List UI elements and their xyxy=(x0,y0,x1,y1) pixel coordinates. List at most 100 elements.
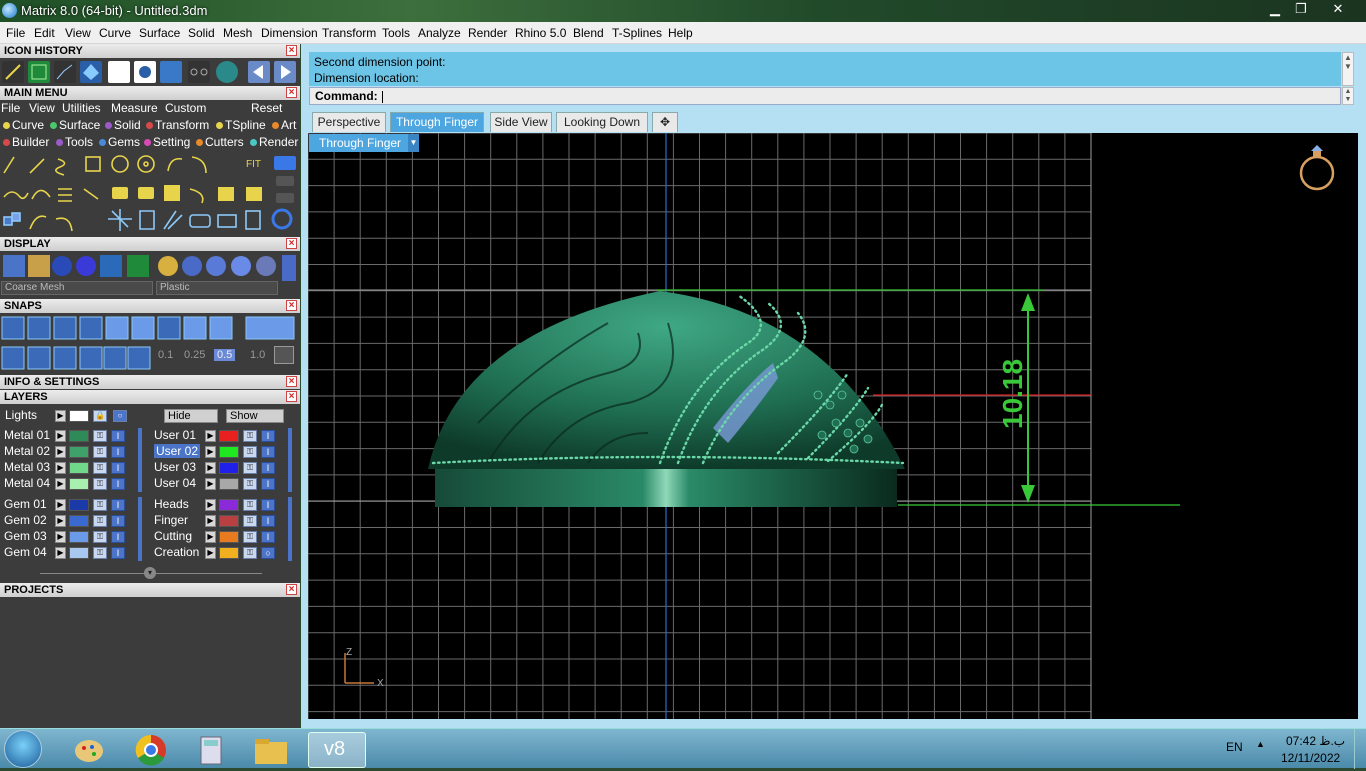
visibility-icon[interactable]: I xyxy=(111,446,125,458)
cat-cutters[interactable]: Cutters xyxy=(196,135,244,149)
snaps-header[interactable]: SNAPS × xyxy=(0,299,300,313)
ring-model[interactable] xyxy=(428,291,905,507)
lock-icon[interactable]: ⚿ xyxy=(243,462,257,474)
viewport-canvas[interactable]: 10.18 Z X xyxy=(308,133,1358,719)
layer-color-swatch[interactable] xyxy=(219,515,239,527)
layer-color-swatch[interactable] xyxy=(69,515,89,527)
play-icon[interactable]: ▶ xyxy=(55,410,66,422)
layer-color-swatch[interactable] xyxy=(69,462,89,474)
projects-header[interactable]: PROJECTS × xyxy=(0,583,300,597)
history-forward-icon[interactable] xyxy=(274,61,296,83)
lock-icon[interactable]: ⚿ xyxy=(243,499,257,511)
clock-time[interactable]: 07:42 ب.ظ xyxy=(1286,734,1345,748)
cat-tools[interactable]: Tools xyxy=(56,135,93,149)
layer-color-swatch[interactable] xyxy=(219,462,239,474)
close-icon[interactable]: × xyxy=(286,300,297,311)
tab-side-view[interactable]: Side View xyxy=(490,112,552,132)
layer-name[interactable]: User 01 xyxy=(154,428,196,442)
lock-icon[interactable]: ⚿ xyxy=(243,430,257,442)
close-button[interactable]: ✕ xyxy=(1314,0,1362,18)
layer-color-swatch[interactable] xyxy=(219,531,239,543)
menu-view[interactable]: View xyxy=(65,26,91,40)
snap-grid-icon[interactable] xyxy=(274,346,294,364)
layer-color-swatch[interactable] xyxy=(69,478,89,490)
play-icon[interactable]: ▶ xyxy=(55,446,66,458)
layer-name[interactable]: Metal 01 xyxy=(4,428,50,442)
layer-name[interactable]: Finger xyxy=(154,513,188,527)
viewport-name-dropdown[interactable]: Through Finger ▼ xyxy=(309,134,419,152)
play-icon[interactable]: ▶ xyxy=(205,446,216,458)
matrix-taskbar-button[interactable]: v8 xyxy=(308,732,366,768)
lock-icon[interactable]: ⚿ xyxy=(243,547,257,559)
material-dropdown[interactable]: Plastic xyxy=(156,281,278,295)
close-icon[interactable]: × xyxy=(286,45,297,56)
visibility-icon[interactable]: I xyxy=(261,478,275,490)
layer-row[interactable]: Metal 03 ▶ ⚿ I xyxy=(0,460,150,476)
menu-edit[interactable]: Edit xyxy=(34,26,55,40)
command-line[interactable]: Command: xyxy=(309,87,1341,105)
layer-name[interactable]: Gem 04 xyxy=(4,545,47,559)
viewport[interactable]: 10.18 Z X xyxy=(308,133,1358,719)
curve-points-icon[interactable] xyxy=(54,61,76,83)
gem-setting-icon[interactable] xyxy=(80,61,102,83)
expand-chevron-icon[interactable]: ▾ xyxy=(144,567,156,579)
lock-icon[interactable]: ⚿ xyxy=(93,531,107,543)
cat-render[interactable]: Render xyxy=(250,135,298,149)
layer-color-swatch[interactable] xyxy=(219,547,239,559)
layer-name[interactable]: Creation xyxy=(154,545,199,559)
play-icon[interactable]: ▶ xyxy=(55,478,66,490)
cat-surface[interactable]: Surface xyxy=(50,118,100,132)
mm-view[interactable]: View xyxy=(29,101,55,115)
visibility-icon[interactable]: I xyxy=(261,499,275,511)
ring-gizmo-icon[interactable] xyxy=(1299,145,1335,191)
clock-date[interactable]: 12/11/2022 xyxy=(1281,751,1340,765)
chevron-down-icon[interactable]: ▼ xyxy=(408,134,419,152)
visibility-icon[interactable]: I xyxy=(111,547,125,559)
layer-row[interactable]: Gem 03 ▶ ⚿ I xyxy=(0,529,150,545)
mesh-quality-dropdown[interactable]: Coarse Mesh xyxy=(1,281,153,295)
maximize-button[interactable]: ❐ xyxy=(1288,0,1314,18)
tab-through-finger[interactable]: Through Finger xyxy=(390,112,484,132)
layout-icon[interactable] xyxy=(160,61,182,83)
play-icon[interactable]: ▶ xyxy=(205,547,216,559)
layer-color-swatch[interactable] xyxy=(69,430,89,442)
play-icon[interactable]: ▶ xyxy=(55,515,66,527)
visibility-icon[interactable]: I xyxy=(261,531,275,543)
tool-icon-grid[interactable]: FIT xyxy=(0,153,300,237)
close-icon[interactable]: × xyxy=(286,376,297,387)
play-icon[interactable]: ▶ xyxy=(55,531,66,543)
layer-color-swatch[interactable] xyxy=(219,478,239,490)
menu-dimension[interactable]: Dimension xyxy=(261,26,318,40)
lock-icon[interactable]: ⚿ xyxy=(93,446,107,458)
command-history-scrollbar[interactable]: ▲ ▼ xyxy=(1342,52,1354,86)
layer-color-swatch[interactable] xyxy=(69,446,89,458)
lock-icon[interactable]: ⚿ xyxy=(93,478,107,490)
mm-file[interactable]: File xyxy=(1,101,20,115)
play-icon[interactable]: ▶ xyxy=(55,499,66,511)
calculator-app-icon[interactable] xyxy=(184,732,238,768)
layer-name[interactable]: Heads xyxy=(154,497,189,511)
layer-name[interactable]: Metal 02 xyxy=(4,444,50,458)
layer-name[interactable]: Metal 03 xyxy=(4,460,50,474)
visibility-icon[interactable]: ○ xyxy=(261,547,275,559)
play-icon[interactable]: ▶ xyxy=(205,515,216,527)
lock-icon[interactable]: ⚿ xyxy=(93,547,107,559)
play-icon[interactable]: ▶ xyxy=(55,430,66,442)
layer-name[interactable]: Gem 02 xyxy=(4,513,47,527)
hide-button[interactable]: Hide xyxy=(164,409,218,423)
history-back-icon[interactable] xyxy=(248,61,270,83)
visibility-icon[interactable]: I xyxy=(261,446,275,458)
visibility-icon[interactable]: I xyxy=(111,430,125,442)
explorer-app-icon[interactable] xyxy=(244,732,298,768)
menu-render[interactable]: Render xyxy=(468,26,507,40)
play-icon[interactable]: ▶ xyxy=(205,478,216,490)
menu-transform[interactable]: Transform xyxy=(322,26,376,40)
mm-custom[interactable]: Custom xyxy=(165,101,206,115)
close-icon[interactable]: × xyxy=(286,87,297,98)
menu-rhino[interactable]: Rhino 5.0 xyxy=(515,26,566,40)
snap-1-0[interactable]: 1.0 xyxy=(250,349,265,361)
play-icon[interactable]: ▶ xyxy=(205,531,216,543)
start-button[interactable] xyxy=(4,730,42,768)
menu-solid[interactable]: Solid xyxy=(188,26,215,40)
nodes-icon[interactable] xyxy=(188,61,210,83)
